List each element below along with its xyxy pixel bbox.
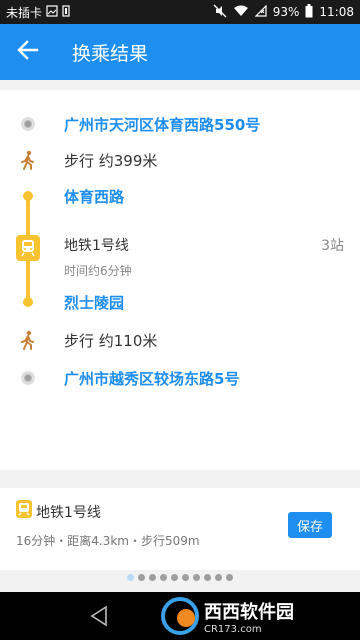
page-title: 换乘结果 [72,42,149,65]
battery-icon [305,4,313,20]
walking-person-icon [16,328,40,352]
page-dot [160,574,167,581]
app-bar: 换乘结果 [0,24,360,80]
route-summary-card[interactable]: 地铁1号线 16分钟・距离4.3km・步行509m 保存 [0,488,360,570]
page-dot [171,574,178,581]
clock: 11:08 [319,5,354,19]
page-dot [138,574,145,581]
sim-status-text: 未插卡 [6,5,43,20]
page-dot [127,574,134,581]
battery-saver-icon [62,5,70,19]
metro-line-name: 地铁1号线 [64,238,129,254]
save-button[interactable]: 保存 [288,512,332,538]
page-dot [149,574,156,581]
page-dot [226,574,233,581]
watermark-domain: CR173.com [204,623,262,635]
origin-address: 广州市天河区体育西路550号 [64,115,261,134]
page-indicator [0,574,360,586]
walk-row-2: 步行 约110米 [0,328,360,352]
back-button[interactable] [0,24,56,80]
walk-distance-2: 步行 约110米 [64,331,158,350]
destination-row: 广州市越秀区较场东路5号 [0,366,360,390]
walking-person-icon [16,148,40,172]
alight-station-name: 烈士陵园 [64,293,125,312]
battery-percent: 93% [272,5,300,19]
mute-icon [213,4,227,20]
wifi-icon [233,5,249,19]
board-station-name: 体育西路 [64,187,125,206]
page-dot [215,574,222,581]
watermark-brand: 西西软件园 [204,601,294,623]
summary-meta: 16分钟・距离4.3km・步行509m [16,534,200,548]
destination-dot-icon [16,366,40,390]
ride-duration: 时间约6分钟 [64,264,132,278]
origin-dot-icon [16,112,40,136]
nav-back-icon[interactable] [88,604,110,628]
walk-row-1: 步行 约399米 [0,148,360,172]
page-dot [204,574,211,581]
page-dot [182,574,189,581]
board-station-row: 体育西路 [0,184,360,208]
metro-train-icon [16,500,32,518]
page-dot [193,574,200,581]
no-sim-signal-icon [254,4,267,19]
destination-address: 广州市越秀区较场东路5号 [64,369,240,388]
alight-station-row: 烈士陵园 [0,290,360,314]
origin-row: 广州市天河区体育西路550号 [0,112,360,136]
arrow-left-icon [17,39,39,65]
metro-train-icon [16,235,40,261]
status-bar: 未插卡 93% 11:08 [0,0,360,24]
summary-line-name: 地铁1号线 [36,505,101,521]
stop-count: 3站 [321,238,344,254]
route-detail-card: 广州市天河区体育西路550号 步行 约399米 体育西路 地铁1号线 3站 时间… [0,90,360,470]
watermark-logo: 西西软件园 CR173.com [160,594,360,638]
walk-distance-1: 步行 约399米 [64,151,158,170]
image-icon [46,5,58,19]
